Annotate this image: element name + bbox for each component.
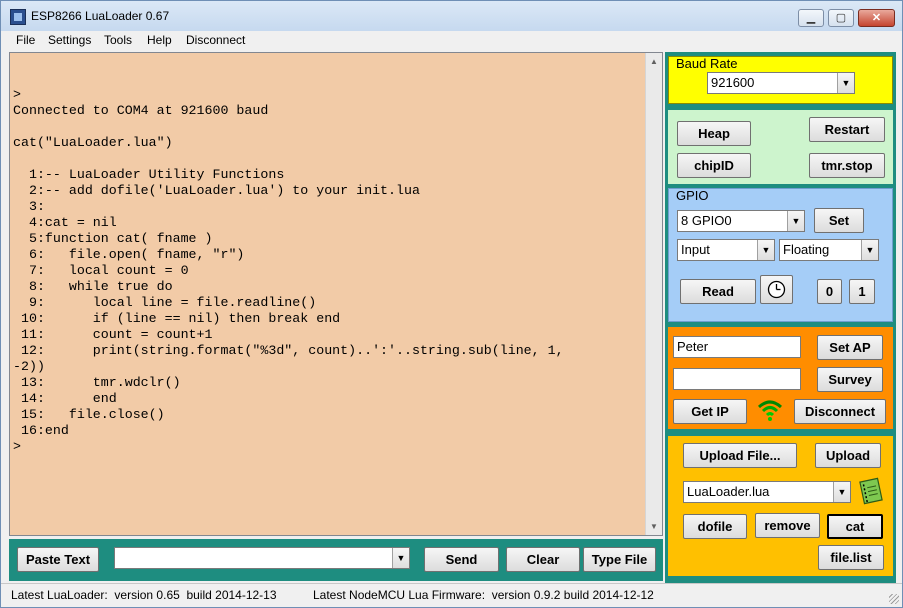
chevron-down-icon[interactable]: ▼ xyxy=(757,240,774,260)
survey-button[interactable]: Survey xyxy=(817,367,883,392)
console-line: 13: tmr.wdclr() xyxy=(13,375,181,390)
chevron-down-icon[interactable]: ▼ xyxy=(392,548,409,568)
console-line: > xyxy=(13,439,21,454)
baud-rate-value: 921600 xyxy=(711,75,755,90)
gpio-label: GPIO xyxy=(676,188,709,203)
app-icon xyxy=(10,9,26,25)
console-line: cat("LuaLoader.lua") xyxy=(13,135,173,150)
resize-grip-icon[interactable] xyxy=(889,594,899,604)
console-line: 12: print(string.format("%3d", count)..'… xyxy=(13,343,564,358)
tmr-stop-button[interactable]: tmr.stop xyxy=(809,153,885,178)
type-file-button[interactable]: Type File xyxy=(583,547,656,572)
clock-icon[interactable] xyxy=(760,275,793,304)
chevron-down-icon[interactable]: ▼ xyxy=(861,240,878,260)
wifi-section: Peter Set AP Survey Get IP Disconnect xyxy=(668,327,893,429)
baud-rate-select[interactable]: 921600 ▼ xyxy=(707,72,855,94)
gpio-mode-value: Input xyxy=(681,242,710,257)
set-ap-button[interactable]: Set AP xyxy=(817,335,883,360)
bottom-toolbar: Paste Text ▼ Send Clear Type File xyxy=(9,539,663,581)
console-line: 10: if (line == nil) then break end xyxy=(13,311,341,326)
gpio-one-button[interactable]: 1 xyxy=(849,279,875,304)
control-panel: Baud Rate 921600 ▼ Heap Restart chipID t… xyxy=(665,52,896,584)
console-text: > Connected to COM4 at 921600 baud cat("Lu… xyxy=(13,87,638,455)
scroll-down-icon[interactable]: ▼ xyxy=(646,518,662,535)
scroll-up-icon[interactable]: ▲ xyxy=(646,53,662,70)
file-list-button[interactable]: file.list xyxy=(818,545,884,570)
console-line: > xyxy=(13,87,21,102)
wifi-signal-icon xyxy=(757,398,783,422)
menu-file[interactable]: File xyxy=(16,33,35,47)
gpio-zero-button[interactable]: 0 xyxy=(817,279,842,304)
console-output[interactable]: > Connected to COM4 at 921600 baud cat("Lu… xyxy=(9,52,663,536)
menu-help[interactable]: Help xyxy=(147,33,172,47)
status-bar: Latest LuaLoader: version 0.65 build 201… xyxy=(1,583,902,607)
gpio-read-button[interactable]: Read xyxy=(680,279,756,304)
baud-rate-label: Baud Rate xyxy=(676,56,738,71)
menu-bar: File Settings Tools Help Disconnect xyxy=(1,31,902,51)
title-bar[interactable]: ESP8266 LuaLoader 0.67 ▁ ▢ ✕ xyxy=(1,1,902,31)
menu-tools[interactable]: Tools xyxy=(104,33,132,47)
gpio-pin-value: 8 GPIO0 xyxy=(681,213,732,228)
wifi-disconnect-button[interactable]: Disconnect xyxy=(794,399,886,424)
menu-settings[interactable]: Settings xyxy=(48,33,91,47)
baud-rate-section: Baud Rate 921600 ▼ xyxy=(668,56,893,104)
console-line: 1:-- LuaLoader Utility Functions xyxy=(13,167,285,182)
send-button[interactable]: Send xyxy=(424,547,499,572)
menu-disconnect[interactable]: Disconnect xyxy=(186,33,245,47)
gpio-set-button[interactable]: Set xyxy=(814,208,864,233)
chevron-down-icon[interactable]: ▼ xyxy=(837,73,854,93)
close-button[interactable]: ✕ xyxy=(858,9,895,27)
file-select-value: LuaLoader.lua xyxy=(687,484,770,499)
file-select[interactable]: LuaLoader.lua ▼ xyxy=(683,481,851,503)
get-ip-button[interactable]: Get IP xyxy=(673,399,747,424)
gpio-pull-select[interactable]: Floating ▼ xyxy=(779,239,879,261)
chevron-down-icon[interactable]: ▼ xyxy=(833,482,850,502)
console-line: 8: while true do xyxy=(13,279,173,294)
console-line: -2)) xyxy=(13,359,45,374)
ssid-input[interactable]: Peter xyxy=(673,336,801,358)
cat-button[interactable]: cat xyxy=(827,514,883,539)
remove-button[interactable]: remove xyxy=(755,513,820,538)
console-line: 5:function cat( fname ) xyxy=(13,231,213,246)
gpio-pin-select[interactable]: 8 GPIO0 ▼ xyxy=(677,210,805,232)
console-line: 6: file.open( fname, "r") xyxy=(13,247,245,262)
status-lualoader-version: Latest LuaLoader: version 0.65 build 201… xyxy=(11,588,277,602)
minimize-button[interactable]: ▁ xyxy=(798,9,824,27)
console-line: 11: count = count+1 xyxy=(13,327,213,342)
chip-control-section: Heap Restart chipID tmr.stop xyxy=(668,110,893,184)
password-input[interactable] xyxy=(673,368,801,390)
gpio-pull-value: Floating xyxy=(783,242,830,257)
console-line: 3: xyxy=(13,199,45,214)
restart-button[interactable]: Restart xyxy=(809,117,885,142)
clear-button[interactable]: Clear xyxy=(506,547,580,572)
console-line: 16:end xyxy=(13,423,69,438)
heap-button[interactable]: Heap xyxy=(677,121,751,146)
upload-button[interactable]: Upload xyxy=(815,443,881,468)
console-line: Connected to COM4 at 921600 baud xyxy=(13,103,269,118)
console-line: 7: local count = 0 xyxy=(13,263,189,278)
dofile-button[interactable]: dofile xyxy=(683,514,747,539)
chevron-down-icon[interactable]: ▼ xyxy=(787,211,804,231)
window-title: ESP8266 LuaLoader 0.67 xyxy=(31,9,170,23)
console-line: 9: local line = file.readline() xyxy=(13,295,317,310)
chipid-button[interactable]: chipID xyxy=(677,153,751,178)
file-section: Upload File... Upload LuaLoader.lua ▼ do… xyxy=(668,436,893,576)
console-scrollbar[interactable]: ▲ ▼ xyxy=(645,53,662,535)
console-line: 15: file.close() xyxy=(13,407,165,422)
console-line: 4:cat = nil xyxy=(13,215,117,230)
maximize-button[interactable]: ▢ xyxy=(828,9,854,27)
command-input[interactable]: ▼ xyxy=(114,547,410,569)
gpio-section: GPIO 8 GPIO0 ▼ Set Input ▼ Floating ▼ Re… xyxy=(668,188,893,322)
console-line: 14: end xyxy=(13,391,117,406)
paste-text-button[interactable]: Paste Text xyxy=(17,547,99,572)
app-window: ESP8266 LuaLoader 0.67 ▁ ▢ ✕ File Settin… xyxy=(0,0,903,608)
notebook-icon[interactable] xyxy=(856,477,886,505)
upload-file-button[interactable]: Upload File... xyxy=(683,443,797,468)
console-line: 2:-- add dofile('LuaLoader.lua') to your… xyxy=(13,183,420,198)
status-firmware-version: Latest NodeMCU Lua Firmware: version 0.9… xyxy=(313,588,654,602)
gpio-mode-select[interactable]: Input ▼ xyxy=(677,239,775,261)
